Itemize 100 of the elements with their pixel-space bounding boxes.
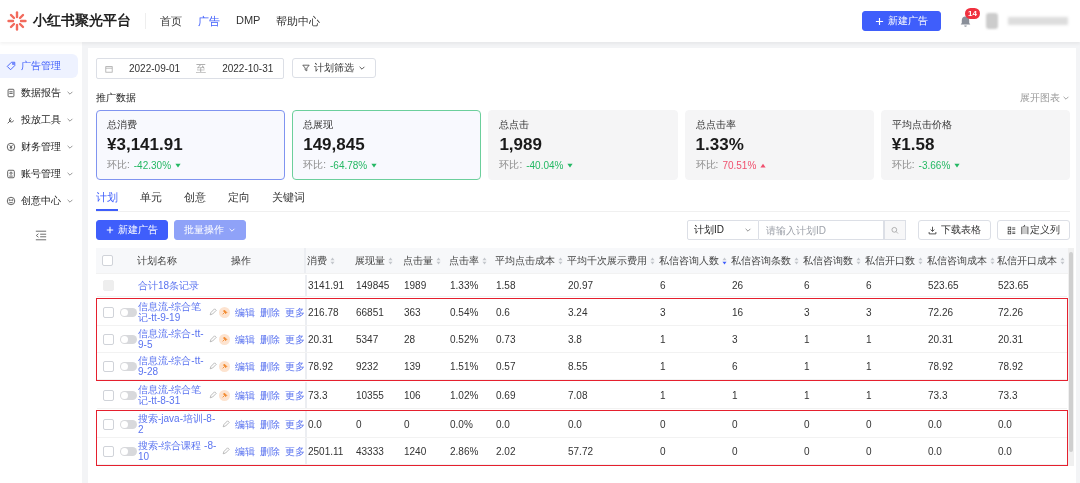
change-value: -40.04% <box>526 159 564 171</box>
plan-name-link[interactable]: 信息流-综合笔记-tt-8-31 <box>138 384 207 406</box>
new-ad-button[interactable]: 新建广告 <box>862 11 941 31</box>
table-cell: 20.97 <box>568 280 594 291</box>
table-cell: 1 <box>866 333 872 345</box>
table-cell: 20.31 <box>308 333 334 345</box>
table-cell: 1.51% <box>450 360 479 372</box>
change-label: 环比: <box>303 158 326 172</box>
tab[interactable]: 关键词 <box>272 187 305 211</box>
customize-columns-button[interactable]: 自定义列 <box>997 220 1070 240</box>
table-cell: 0.73 <box>496 333 516 345</box>
expand-chart-link[interactable]: 展开图表 <box>1020 91 1070 105</box>
column-header: 私信开口数 <box>865 255 915 266</box>
stat-label: 总点击 <box>499 118 531 132</box>
change-label: 环比: <box>499 158 523 172</box>
table-cell: 3.24 <box>568 306 588 318</box>
column-header: 平均点击成本 <box>495 255 555 266</box>
row-action-link[interactable]: 更多 <box>285 360 305 372</box>
table-cell: 3 <box>732 333 738 345</box>
plan-name-link[interactable]: 信息流-综合笔记-tt-9-19 <box>138 301 207 323</box>
table-cell: 363 <box>404 306 421 318</box>
table-cell: 16 <box>732 306 744 318</box>
table-cell: 3 <box>660 306 666 318</box>
row-action-link[interactable]: 删除 <box>260 306 280 318</box>
table-cell: 78.92 <box>928 360 954 372</box>
tab[interactable]: 创意 <box>184 187 206 211</box>
change-value: -3.66% <box>918 159 951 171</box>
stat-card[interactable]: 总点击 1,989 环比: -40.04% <box>488 110 678 180</box>
tab[interactable]: 计划 <box>96 187 118 211</box>
row-action-link[interactable]: 更多 <box>285 333 305 345</box>
plan-name-link[interactable]: 信息流-综合-tt-9-5 <box>138 328 207 350</box>
row-action-link[interactable]: 删除 <box>260 445 280 457</box>
row-action-link[interactable]: 编辑 <box>235 389 255 401</box>
table-cell: 6 <box>732 360 738 372</box>
plan-name-link[interactable]: 搜索-java-培训-8-2 <box>138 413 220 435</box>
row-action-link[interactable]: 删除 <box>260 418 280 430</box>
table-cell: 1.02% <box>450 389 479 401</box>
row-action-link[interactable]: 删除 <box>260 360 280 372</box>
row-action-link[interactable]: 编辑 <box>235 445 255 457</box>
row-action-link[interactable]: 编辑 <box>235 306 255 318</box>
table-cell: 73.3 <box>928 389 948 401</box>
table-cell: 1 <box>804 333 810 345</box>
column-header: 私信咨询人数 <box>659 255 719 266</box>
table-cell: 0.0 <box>998 445 1012 457</box>
stat-card[interactable]: 总消费 ¥3,141.91 环比: -42.30% <box>96 110 286 180</box>
row-action-link[interactable]: 编辑 <box>235 360 255 372</box>
stat-value: ¥3,141.91 <box>107 135 184 155</box>
nav-link[interactable]: DMP <box>236 13 261 29</box>
table-cell: 73.3 <box>998 389 1018 401</box>
row-action-link[interactable]: 编辑 <box>235 333 255 345</box>
nav-link[interactable]: 首页 <box>160 13 182 29</box>
plan-name-link[interactable]: 信息流-综合-tt-9-28 <box>138 355 207 377</box>
table-cell: 6 <box>804 280 810 291</box>
stat-card[interactable]: 总展现 149,845 环比: -64.78% <box>292 110 482 180</box>
nav-link[interactable]: 帮助中心 <box>276 13 321 29</box>
search-field[interactable]: 请输入计划ID <box>759 220 884 240</box>
table-cell: 1 <box>804 360 810 372</box>
stat-value: ¥1.58 <box>891 135 936 155</box>
plan-filter-button[interactable]: 计划筛选 <box>292 58 377 78</box>
row-action-link[interactable]: 删除 <box>260 333 280 345</box>
table-cell: 0 <box>732 445 738 457</box>
row-action-link[interactable]: 编辑 <box>235 418 255 430</box>
stat-label: 平均点击价格 <box>891 118 953 132</box>
table-cell: 0 <box>404 418 410 430</box>
table-cell: 0 <box>866 418 872 430</box>
table-cell: 0 <box>356 418 362 430</box>
table-cell: 0.0 <box>568 418 582 430</box>
sidebar-item[interactable]: 财务管理 <box>0 135 78 159</box>
stat-value: 1.33% <box>695 135 745 155</box>
row-action-link[interactable]: 更多 <box>285 418 305 430</box>
change-value: -64.78% <box>330 159 368 171</box>
stat-card[interactable]: 平均点击价格 ¥1.58 环比: -3.66% <box>880 110 1070 180</box>
new-ad-button[interactable]: 新建广告 <box>96 220 168 240</box>
sidebar-item[interactable]: 广告管理 <box>0 54 78 78</box>
stat-label: 总点击率 <box>695 118 737 132</box>
stat-card[interactable]: 总点击率 1.33% 环比: 70.51% <box>684 110 874 180</box>
column-header: 点击率 <box>449 255 479 266</box>
download-button[interactable]: 下载表格 <box>918 220 991 240</box>
column-header: 操作 <box>231 255 251 266</box>
row-action-link[interactable]: 删除 <box>260 389 280 401</box>
sidebar-item[interactable]: 数据报告 <box>0 81 78 105</box>
brand-name: 小红书聚光平台 <box>33 12 131 30</box>
table-cell: 149845 <box>356 280 390 291</box>
column-header: 展现量 <box>355 255 385 266</box>
sidebar-item[interactable]: 账号管理 <box>0 162 78 186</box>
nav-link[interactable]: 广告 <box>198 13 220 29</box>
tab[interactable]: 单元 <box>140 187 162 211</box>
row-action-link[interactable]: 更多 <box>285 389 305 401</box>
tab[interactable]: 定向 <box>228 187 250 211</box>
table-cell: 0 <box>804 418 810 430</box>
search-type-select[interactable]: 计划ID <box>687 220 759 240</box>
row-action-link[interactable]: 更多 <box>285 306 305 318</box>
plan-name-link[interactable]: 搜索-综合课程 -8-10 <box>138 440 220 462</box>
row-action-link[interactable]: 更多 <box>285 445 305 457</box>
date-range-field[interactable]: 2022-09-01 至 2022-10-31 <box>96 58 285 79</box>
table-cell: 1 <box>660 333 666 345</box>
sidebar-item[interactable]: 创意中心 <box>0 189 78 213</box>
table-cell: 66851 <box>356 306 384 318</box>
sidebar-item[interactable]: 投放工具 <box>0 108 78 132</box>
table-cell: 1 <box>866 360 872 372</box>
